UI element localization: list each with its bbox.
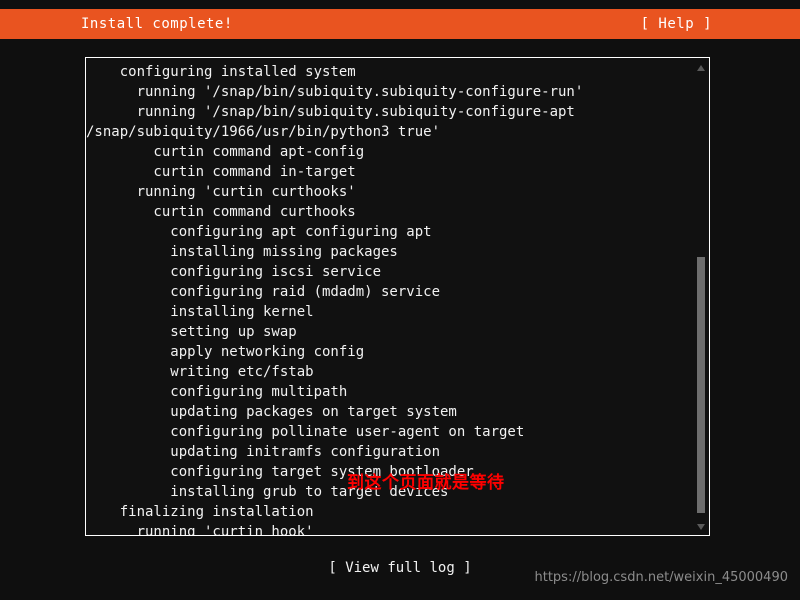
log-line: curtin command curthooks bbox=[86, 204, 356, 220]
log-line: installing missing packages bbox=[86, 244, 398, 260]
log-line: /snap/subiquity/1966/usr/bin/python3 tru… bbox=[86, 124, 441, 140]
log-line: updating packages on target system bbox=[86, 404, 457, 420]
log-line: running 'curtin curthooks' bbox=[86, 184, 356, 200]
log-line: apply networking config bbox=[86, 344, 365, 360]
log-line: curtin command apt-config bbox=[86, 144, 365, 160]
log-line: running 'curtin hook' bbox=[86, 524, 314, 536]
log-line: writing etc/fstab bbox=[86, 364, 314, 380]
log-line: configuring installed system bbox=[86, 64, 356, 80]
view-full-log-button[interactable]: [ View full log ] bbox=[328, 560, 471, 576]
log-line: configuring pollinate user-agent on targ… bbox=[86, 424, 525, 440]
header-bar: Install complete! [ Help ] bbox=[0, 9, 800, 39]
log-line: updating initramfs configuration bbox=[86, 444, 441, 460]
install-log-panel: configuring installed system running '/s… bbox=[85, 57, 710, 536]
log-line: curtin command in-target bbox=[86, 164, 356, 180]
log-line: finalizing installation bbox=[86, 504, 314, 520]
annotation-note: 到这个页面就是等待 bbox=[347, 473, 505, 493]
help-button[interactable]: [ Help ] bbox=[641, 16, 712, 32]
log-line-list: configuring installed system running '/s… bbox=[86, 62, 686, 536]
log-line: running '/snap/bin/subiquity.subiquity-c… bbox=[86, 84, 584, 100]
scrollbar-thumb[interactable] bbox=[697, 257, 705, 513]
log-line: configuring raid (mdadm) service bbox=[86, 284, 441, 300]
scroll-up-arrow-icon[interactable] bbox=[697, 65, 705, 71]
log-line: running '/snap/bin/subiquity.subiquity-c… bbox=[86, 104, 575, 120]
log-line: configuring multipath bbox=[86, 384, 348, 400]
watermark-url: https://blog.csdn.net/weixin_45000490 bbox=[534, 570, 788, 585]
page-title: Install complete! bbox=[81, 16, 233, 32]
log-line: installing kernel bbox=[86, 304, 314, 320]
scroll-down-arrow-icon[interactable] bbox=[697, 524, 705, 530]
log-scrollbar[interactable] bbox=[694, 59, 708, 535]
log-line: setting up swap bbox=[86, 324, 297, 340]
log-line: configuring iscsi service bbox=[86, 264, 382, 280]
log-line: configuring apt configuring apt bbox=[86, 224, 432, 240]
